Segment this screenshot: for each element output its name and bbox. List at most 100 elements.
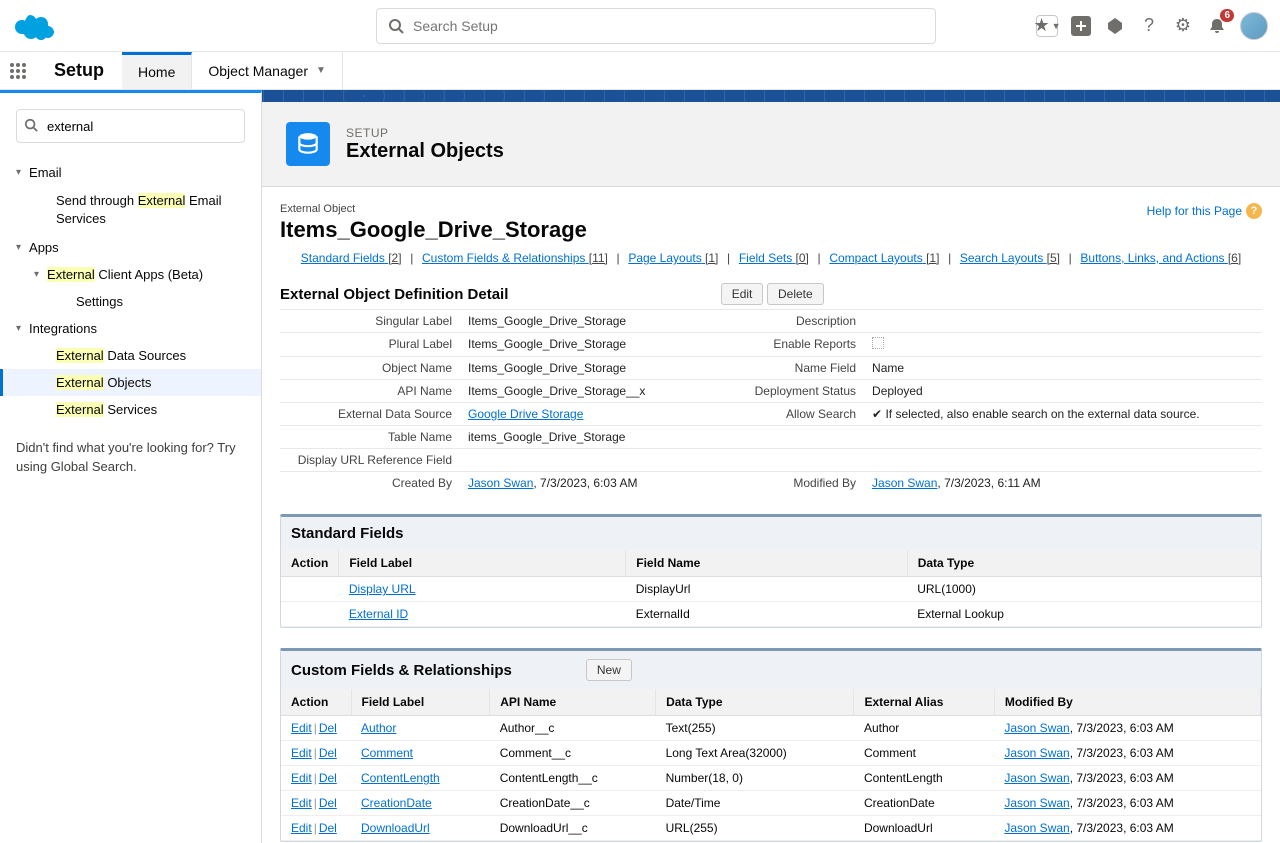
- th-action: Action: [281, 550, 339, 577]
- external-alias: CreationDate: [854, 791, 994, 816]
- field-label-link[interactable]: ContentLength: [361, 771, 440, 785]
- lbl-api: API Name: [280, 380, 460, 403]
- del-link[interactable]: Del: [319, 821, 337, 835]
- chevron-down-icon: ▾: [34, 269, 39, 280]
- edit-button[interactable]: Edit: [721, 283, 764, 305]
- sidebar-item-external-services[interactable]: External Services: [0, 396, 261, 423]
- notifications-icon[interactable]: 6: [1206, 15, 1228, 37]
- tree-label: Apps: [29, 240, 59, 255]
- sidebar-item-send-external-email[interactable]: Send through External Email Services: [0, 186, 261, 234]
- val-deploy: Deployed: [864, 380, 1262, 403]
- data-type: URL(255): [656, 816, 854, 841]
- modified-user-link[interactable]: Jason Swan: [1004, 746, 1069, 760]
- page-title: External Objects: [346, 140, 504, 163]
- field-label-link[interactable]: Comment: [361, 746, 413, 760]
- modified-stamp: , 7/3/2023, 6:03 AM: [1070, 721, 1174, 735]
- lbl-table: Table Name: [280, 426, 460, 449]
- help-link-label: Help for this Page: [1147, 204, 1242, 218]
- app-launcher-icon[interactable]: [0, 52, 36, 89]
- chevron-down-icon: ▼: [316, 65, 326, 76]
- modified-user-link[interactable]: Jason Swan: [1004, 721, 1069, 735]
- record-title: Items_Google_Drive_Storage: [280, 217, 1262, 243]
- sidebar-item-external-objects[interactable]: External Objects: [0, 369, 261, 396]
- del-link[interactable]: Del: [319, 771, 337, 785]
- gear-icon[interactable]: ⚙: [1172, 15, 1194, 37]
- modified-user-link[interactable]: Jason Swan: [1004, 796, 1069, 810]
- anchor-page-layouts[interactable]: Page Layouts [1]: [628, 251, 718, 265]
- tab-object-manager[interactable]: Object Manager▼: [192, 52, 343, 89]
- favorites-button[interactable]: ★▼: [1036, 15, 1058, 37]
- modified-user-link[interactable]: Jason Swan: [1004, 821, 1069, 835]
- th-field-label: Field Label: [351, 689, 490, 716]
- chevron-down-icon: ▾: [16, 167, 21, 178]
- val-objname: Items_Google_Drive_Storage: [460, 357, 684, 380]
- edit-link[interactable]: Edit: [291, 771, 312, 785]
- modified-stamp: , 7/3/2023, 6:03 AM: [1070, 796, 1174, 810]
- field-label-link[interactable]: Author: [361, 721, 396, 735]
- th-field-name: Field Name: [626, 550, 907, 577]
- link-eds[interactable]: Google Drive Storage: [468, 407, 583, 421]
- del-link[interactable]: Del: [319, 796, 337, 810]
- field-label-link[interactable]: CreationDate: [361, 796, 432, 810]
- anchor-custom-fields[interactable]: Custom Fields & Relationships [11]: [422, 251, 608, 265]
- lbl-singular: Singular Label: [280, 310, 460, 333]
- link-created-user[interactable]: Jason Swan: [468, 476, 533, 490]
- tab-home[interactable]: Home: [122, 52, 192, 89]
- edit-link[interactable]: Edit: [291, 796, 312, 810]
- link-modified-user[interactable]: Jason Swan: [872, 476, 937, 490]
- anchor-links: Standard Fields [2] | Custom Fields & Re…: [280, 251, 1262, 265]
- field-name: DisplayUrl: [626, 577, 907, 602]
- section-custom-fields-title: Custom Fields & Relationships: [291, 662, 512, 679]
- chevron-down-icon: ▾: [16, 323, 21, 334]
- global-search-input[interactable]: [376, 8, 936, 44]
- salesforce-logo-icon: [12, 11, 56, 41]
- anchor-field-sets[interactable]: Field Sets [0]: [739, 251, 809, 265]
- sidebar-item-external-data-sources[interactable]: External Data Sources: [0, 342, 261, 369]
- help-icon[interactable]: ?: [1138, 15, 1160, 37]
- external-alias: ContentLength: [854, 766, 994, 791]
- lbl-objname: Object Name: [280, 357, 460, 380]
- anchor-buttons-links[interactable]: Buttons, Links, and Actions [6]: [1080, 251, 1241, 265]
- external-alias: Comment: [854, 741, 994, 766]
- th-modified-by: Modified By: [994, 689, 1260, 716]
- anchor-compact-layouts[interactable]: Compact Layouts [1]: [829, 251, 939, 265]
- chevron-down-icon: ▾: [16, 242, 21, 253]
- field-label-link[interactable]: DownloadUrl: [361, 821, 430, 835]
- field-label-link[interactable]: Display URL: [349, 582, 416, 596]
- del-link[interactable]: Del: [319, 721, 337, 735]
- sidebar-item-settings[interactable]: Settings: [0, 288, 261, 315]
- search-icon: [388, 18, 404, 37]
- tree-section-integrations[interactable]: ▾Integrations: [0, 315, 261, 342]
- add-icon[interactable]: [1070, 15, 1092, 37]
- sidebar-item-external-client-apps[interactable]: ▾External Client Apps (Beta): [0, 261, 261, 288]
- lbl-eds: External Data Source: [280, 403, 460, 426]
- help-link[interactable]: Help for this Page?: [1147, 203, 1262, 219]
- help-question-icon: ?: [1246, 203, 1262, 219]
- edit-link[interactable]: Edit: [291, 721, 312, 735]
- anchor-search-layouts[interactable]: Search Layouts [5]: [960, 251, 1060, 265]
- lbl-plural: Plural Label: [280, 333, 460, 357]
- tree-section-email[interactable]: ▾Email: [0, 159, 261, 186]
- edit-link[interactable]: Edit: [291, 821, 312, 835]
- th-data-type: Data Type: [656, 689, 854, 716]
- del-link[interactable]: Del: [319, 746, 337, 760]
- salesforce-help-icon[interactable]: [1104, 15, 1126, 37]
- created-stamp: , 7/3/2023, 6:03 AM: [533, 476, 637, 490]
- avatar[interactable]: [1240, 12, 1268, 40]
- modified-user-link[interactable]: Jason Swan: [1004, 771, 1069, 785]
- edit-link[interactable]: Edit: [291, 746, 312, 760]
- table-row: Edit|DelAuthorAuthor__cText(255)AuthorJa…: [281, 716, 1261, 741]
- data-type: External Lookup: [907, 602, 1260, 627]
- tree-section-apps[interactable]: ▾ Apps: [0, 234, 261, 261]
- setup-search-input[interactable]: [16, 109, 245, 143]
- val-plural: Items_Google_Drive_Storage: [460, 333, 684, 357]
- breadcrumb: External Object: [280, 203, 1262, 215]
- new-field-button[interactable]: New: [586, 659, 632, 681]
- field-label-link[interactable]: External ID: [349, 607, 408, 621]
- tree-label: External Objects: [56, 375, 151, 390]
- table-row: Display URLDisplayUrlURL(1000): [281, 577, 1261, 602]
- delete-button[interactable]: Delete: [767, 283, 824, 305]
- lbl-created: Created By: [280, 472, 460, 495]
- tree-label: Settings: [76, 294, 123, 309]
- anchor-std-fields[interactable]: Standard Fields [2]: [301, 251, 402, 265]
